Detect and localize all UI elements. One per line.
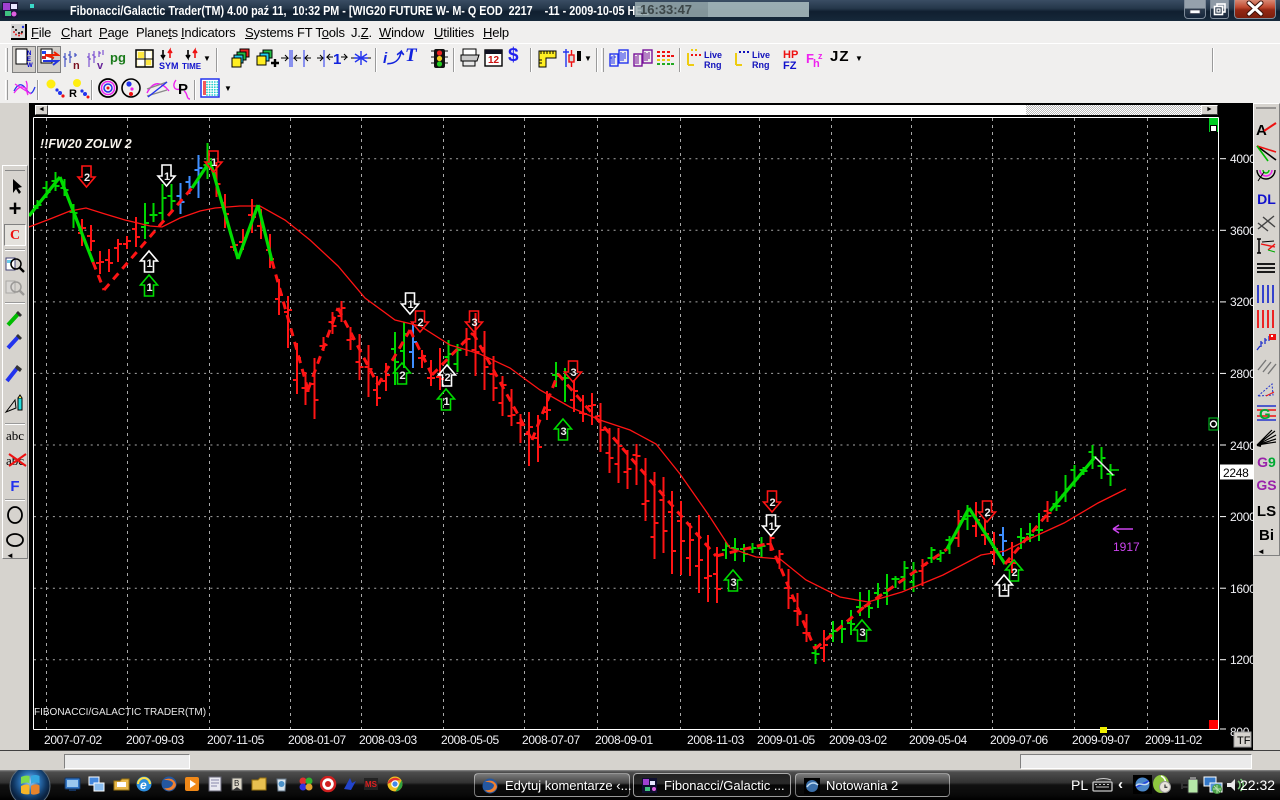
svg-text:1: 1 bbox=[211, 157, 217, 169]
svg-text:2008-07-07: 2008-07-07 bbox=[522, 733, 581, 747]
svg-text:Rng: Rng bbox=[752, 60, 770, 70]
svg-text:2: 2 bbox=[84, 172, 90, 184]
svg-text:FZ: FZ bbox=[783, 60, 797, 72]
svg-text:R: R bbox=[69, 88, 77, 100]
svg-text:2008-09-01: 2008-09-01 bbox=[595, 733, 654, 747]
svg-text:1917: 1917 bbox=[1113, 540, 1140, 554]
svg-text:2008-11-03: 2008-11-03 bbox=[687, 733, 745, 747]
svg-text:TIME: TIME bbox=[182, 62, 202, 71]
svg-text:1600: 1600 bbox=[1230, 582, 1253, 596]
svg-text:3: 3 bbox=[730, 577, 736, 589]
svg-text:2007-09-03: 2007-09-03 bbox=[126, 733, 185, 747]
svg-text:n: n bbox=[73, 60, 80, 72]
svg-text:2009-11-02: 2009-11-02 bbox=[1145, 733, 1203, 747]
svg-text:MS: MS bbox=[365, 780, 378, 789]
svg-text:3600: 3600 bbox=[1230, 224, 1253, 238]
svg-text:1: 1 bbox=[164, 171, 170, 183]
svg-text:1: 1 bbox=[407, 299, 413, 311]
svg-text:2008-03-03: 2008-03-03 bbox=[359, 733, 418, 747]
svg-text:G: G bbox=[1259, 406, 1271, 423]
svg-text:2: 2 bbox=[769, 497, 775, 509]
svg-text:SYM: SYM bbox=[159, 61, 179, 71]
svg-text:1: 1 bbox=[443, 396, 449, 408]
svg-text:TF: TF bbox=[1237, 735, 1251, 747]
svg-text:2400: 2400 bbox=[1230, 439, 1253, 453]
svg-text:2: 2 bbox=[444, 372, 450, 384]
svg-text:12: 12 bbox=[488, 55, 500, 66]
svg-text:1: 1 bbox=[333, 51, 341, 68]
svg-text:2009-07-06: 2009-07-06 bbox=[990, 733, 1049, 747]
svg-text:2: 2 bbox=[399, 370, 405, 382]
svg-text:2009-09-07: 2009-09-07 bbox=[1072, 733, 1131, 747]
svg-text:!!FW20 ZOLW 2: !!FW20 ZOLW 2 bbox=[40, 137, 132, 151]
svg-text:3: 3 bbox=[560, 426, 566, 438]
svg-text:Rng: Rng bbox=[704, 60, 722, 70]
svg-text:2007-11-05: 2007-11-05 bbox=[207, 733, 265, 747]
svg-text:W: W bbox=[27, 63, 33, 69]
svg-text:1: 1 bbox=[146, 258, 152, 270]
svg-text:2008-05-05: 2008-05-05 bbox=[441, 733, 500, 747]
svg-text:2000: 2000 bbox=[1230, 510, 1253, 524]
svg-text:2248: 2248 bbox=[1223, 466, 1249, 480]
svg-text:z: z bbox=[818, 51, 823, 61]
svg-text:2009-05-04: 2009-05-04 bbox=[909, 733, 968, 747]
svg-text:B: B bbox=[234, 779, 239, 788]
svg-text:1: 1 bbox=[768, 521, 774, 533]
svg-text:2: 2 bbox=[984, 507, 990, 519]
svg-text:2: 2 bbox=[1011, 567, 1017, 579]
svg-text:4000: 4000 bbox=[1230, 152, 1253, 166]
svg-text:2009-03-02: 2009-03-02 bbox=[829, 733, 888, 747]
svg-text:3: 3 bbox=[859, 627, 865, 639]
svg-text:3200: 3200 bbox=[1230, 295, 1253, 309]
svg-text:Live: Live bbox=[752, 50, 770, 60]
svg-text:3: 3 bbox=[570, 367, 576, 379]
svg-text:3: 3 bbox=[471, 317, 477, 329]
svg-text:Live: Live bbox=[704, 50, 722, 60]
svg-text:2800: 2800 bbox=[1230, 367, 1253, 381]
svg-text:2009-01-05: 2009-01-05 bbox=[757, 733, 816, 747]
svg-text:2007-07-02: 2007-07-02 bbox=[44, 733, 103, 747]
svg-text:2008-01-07: 2008-01-07 bbox=[288, 733, 347, 747]
svg-text:2: 2 bbox=[417, 317, 423, 329]
svg-text:1200: 1200 bbox=[1230, 653, 1253, 667]
svg-text:e: e bbox=[140, 778, 147, 792]
svg-text:FIBONACCI/GALACTIC TRADER(TM): FIBONACCI/GALACTIC TRADER(TM) bbox=[34, 707, 206, 718]
svg-text:v: v bbox=[97, 60, 104, 72]
svg-text:1: 1 bbox=[1001, 582, 1007, 594]
svg-text:1: 1 bbox=[146, 282, 152, 294]
